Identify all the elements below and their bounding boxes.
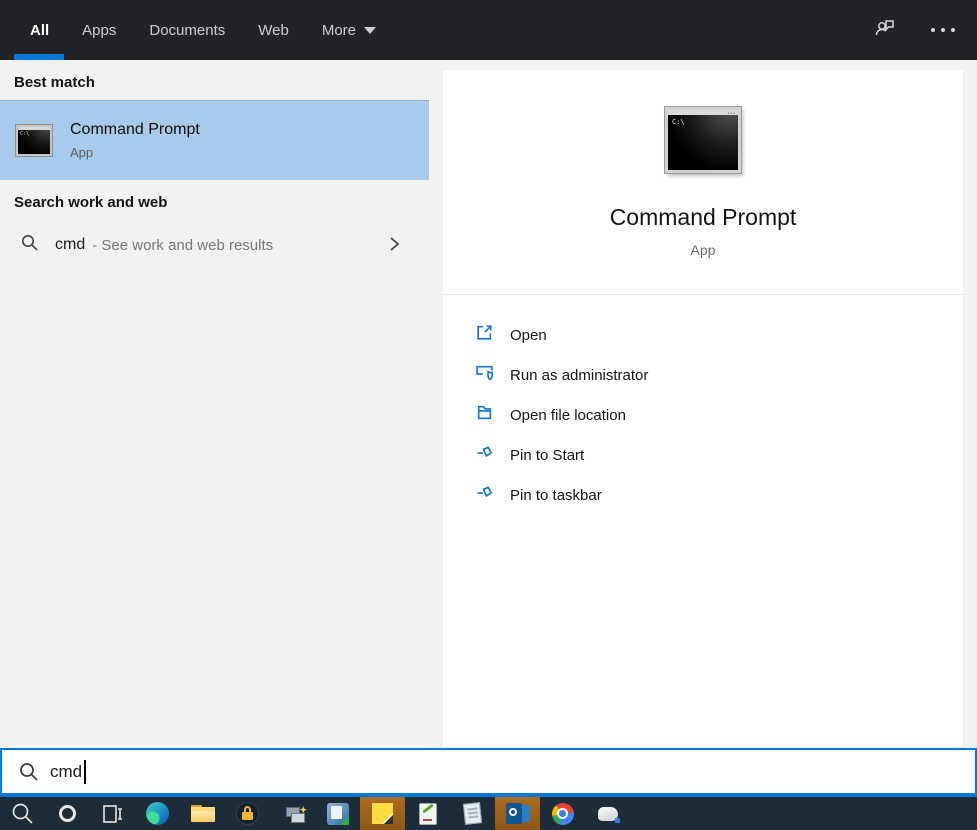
taskbar-search-icon[interactable] [0, 797, 45, 830]
search-icon [18, 761, 39, 782]
preview-pane: ••• C:\ Command Prompt App Open Run as a… [443, 70, 963, 747]
action-run-as-administrator[interactable]: Run as administrator [475, 355, 648, 395]
taskbar-misc-app-icon[interactable] [585, 797, 630, 830]
search-input[interactable] [50, 750, 930, 793]
tab-web[interactable]: Web [258, 22, 289, 39]
search-web-heading: Search work and web [14, 194, 167, 211]
taskbar-edge-icon[interactable] [135, 797, 180, 830]
search-header: All Apps Documents Web More [0, 0, 977, 60]
taskbar-file-explorer-icon[interactable] [180, 797, 225, 830]
taskbar-installer-app-icon[interactable] [315, 797, 360, 830]
best-match-result[interactable]: C:\ Command Prompt App [0, 100, 429, 180]
result-title: Command Prompt [70, 121, 200, 139]
taskbar-chrome-icon[interactable] [540, 797, 585, 830]
tab-apps[interactable]: Apps [82, 22, 116, 39]
open-icon [475, 323, 494, 347]
taskbar-task-view-icon[interactable] [90, 797, 135, 830]
tab-all[interactable]: All [30, 22, 49, 39]
suggestion-hint: - See work and web results [92, 237, 273, 254]
chevron-right-icon[interactable] [385, 235, 403, 258]
chevron-down-icon [364, 27, 376, 34]
taskbar-remote-desktop-icon[interactable]: ✦ [270, 797, 315, 830]
preview-app-title: Command Prompt [443, 204, 963, 231]
best-match-heading: Best match [14, 74, 95, 91]
tab-more[interactable]: More [322, 22, 376, 39]
filter-tabs: All Apps Documents Web More [30, 0, 376, 60]
text-cursor [84, 760, 86, 784]
action-pin-to-start[interactable]: Pin to Start [475, 435, 584, 475]
action-open[interactable]: Open [475, 315, 547, 355]
preview-app-type: App [443, 242, 963, 258]
command-prompt-icon-large: ••• C:\ [665, 107, 741, 173]
command-prompt-icon: C:\ [16, 125, 52, 156]
pin-icon [475, 443, 494, 467]
web-suggestion-row[interactable]: cmd - See work and web results [0, 224, 429, 266]
taskbar-outlook-icon[interactable] [495, 797, 540, 830]
tab-documents[interactable]: Documents [149, 22, 225, 39]
search-box[interactable] [0, 748, 977, 795]
ellipsis-icon[interactable] [931, 28, 955, 32]
run-as-admin-icon [475, 363, 494, 387]
suggestion-query: cmd [55, 236, 85, 254]
taskbar-cortana-icon[interactable] [45, 797, 90, 830]
user-feedback-icon[interactable] [873, 16, 897, 45]
pin-icon [475, 483, 494, 507]
taskbar-sticky-notes-icon[interactable] [360, 797, 405, 830]
open-file-location-icon [475, 403, 494, 427]
action-pin-to-taskbar[interactable]: Pin to taskbar [475, 475, 602, 515]
action-open-file-location[interactable]: Open file location [475, 395, 626, 435]
search-icon [20, 233, 39, 257]
taskbar-document-app-icon[interactable] [450, 797, 495, 830]
taskbar: ✦ [0, 795, 977, 830]
divider [443, 294, 963, 295]
result-subtitle: App [70, 145, 200, 160]
taskbar-notepad-plus-icon[interactable] [405, 797, 450, 830]
results-panel: Best match C:\ Command Prompt App Search… [0, 60, 429, 748]
taskbar-lock-app-icon[interactable] [225, 797, 270, 830]
